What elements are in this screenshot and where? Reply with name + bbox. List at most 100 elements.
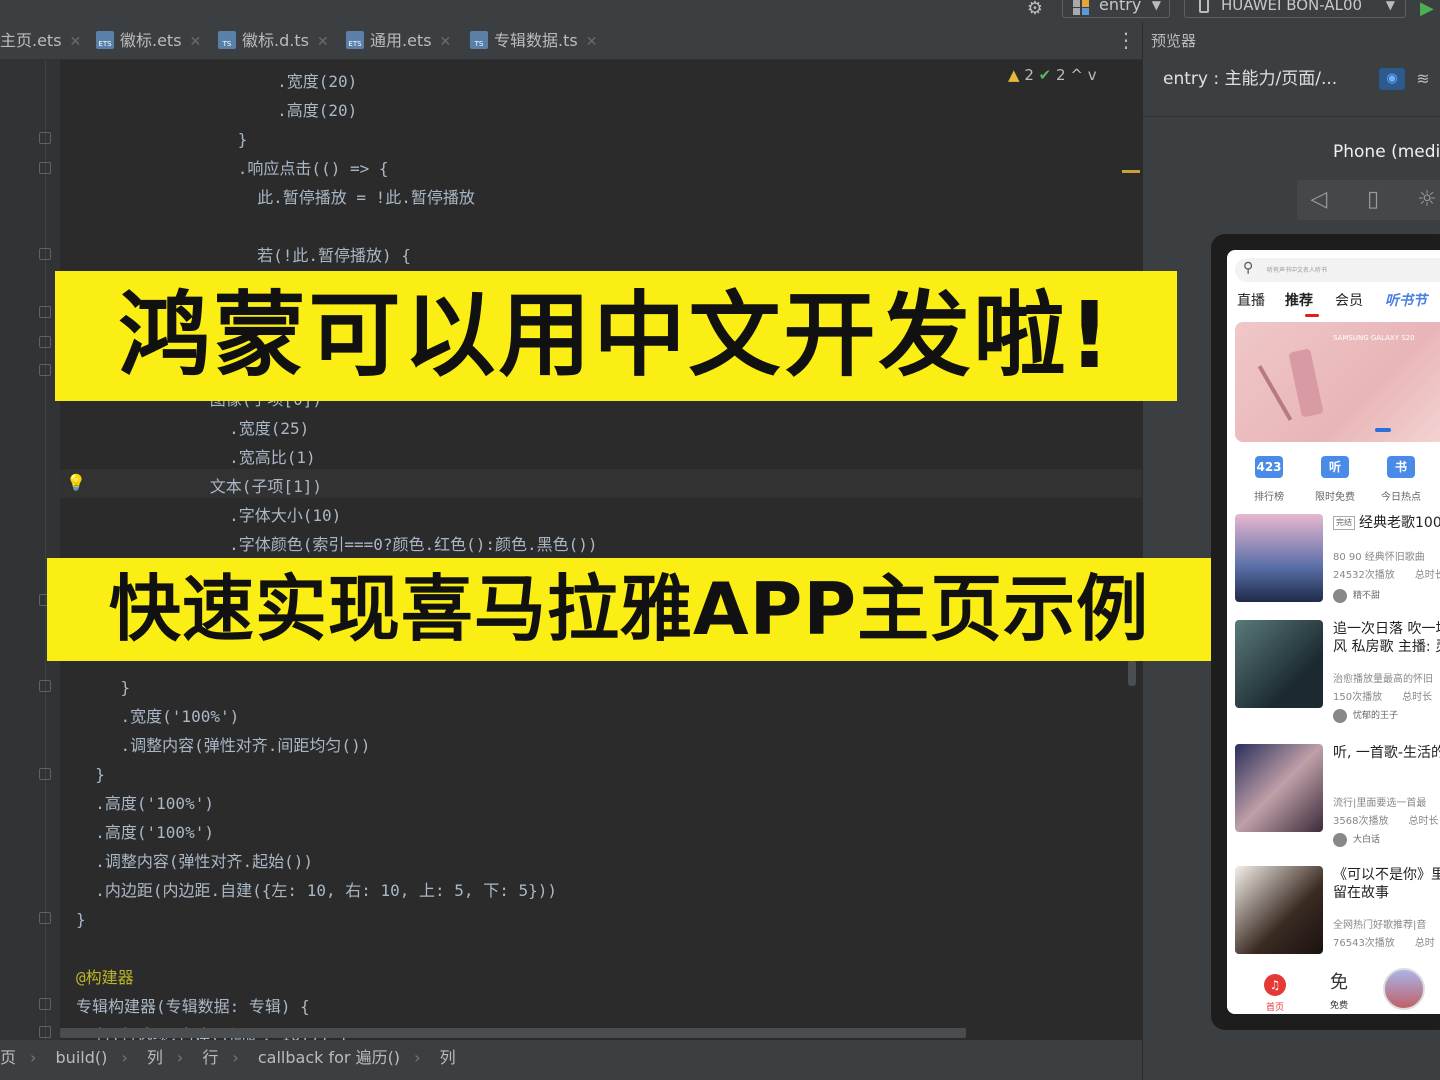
app-screen: ⚲ 听有声书中文名人听书 直播 推荐 会员 听书节 SAMSUNG GALAXY… (1227, 250, 1440, 1014)
close-icon[interactable]: ✕ (70, 34, 82, 50)
breadcrumb-item[interactable]: build() (56, 1048, 108, 1067)
module-selector[interactable]: entry ▼ (1062, 0, 1170, 18)
change-marker (1122, 170, 1140, 173)
nav-item-live[interactable]: 直播 (1237, 290, 1265, 312)
tab-badge[interactable]: ETS 徽标.ets ✕ (96, 22, 201, 60)
total-duration: 总时 (1414, 938, 1435, 949)
quick-entry-ranking[interactable]: 423 排行榜 (1239, 450, 1299, 510)
fold-marker[interactable] (39, 364, 51, 376)
fold-marker[interactable] (39, 306, 51, 318)
device-selector[interactable]: HUAWEI BON-AL00 ▼ (1184, 0, 1406, 18)
fold-marker[interactable] (39, 1026, 51, 1038)
list-item[interactable]: 听, 一首歌-生活的过程 流行|里面要选一首最 3568次播放 总时长 大白话 (1235, 744, 1440, 862)
chevron-down-icon[interactable]: v (1088, 66, 1097, 84)
tab-free[interactable]: 免免费 (1315, 972, 1363, 1011)
finished-badge: 完结 (1333, 516, 1355, 530)
lightbulb-icon[interactable]: 💡 (66, 473, 86, 492)
list-item[interactable]: 追一次日落 吹一场晚风 私房歌 主播: 灵感 治愈播放量最高的怀旧 150次播放… (1235, 620, 1440, 738)
tab-label: 徽标.ets (120, 31, 182, 50)
breadcrumb-item[interactable]: callback for 遍历() (258, 1048, 400, 1067)
chevron-up-icon[interactable]: ^ (1070, 66, 1083, 84)
nav-item-promo[interactable]: 听书节 (1385, 290, 1427, 312)
fold-marker[interactable] (39, 248, 51, 260)
phone-frame: ⚲ 听有声书中文名人听书 直播 推荐 会员 听书节 SAMSUNG GALAXY… (1211, 234, 1440, 1030)
close-icon[interactable]: ✕ (190, 34, 202, 50)
rotate-icon[interactable]: ▯ (1353, 184, 1393, 216)
quick-entry-label: 今日热点 (1381, 492, 1421, 503)
fold-marker[interactable] (39, 132, 51, 144)
album-title: 《可以不是你》里的人留在故事 (1333, 867, 1440, 901)
back-icon[interactable]: ◁ (1299, 184, 1339, 216)
inspector-icon[interactable]: ◉ (1379, 68, 1405, 90)
indent-guide (45, 60, 46, 1040)
editor-tabs: 主页.ets ✕ ETS 徽标.ets ✕ TS 徽标.d.ts ✕ ETS 通用.ets ✕… (0, 22, 1142, 60)
code-editor[interactable]: 💡 ▲ 2 ✔ 2 ^ v .宽度(20) .高度(20) } .响应点击(()… (0, 60, 1142, 1045)
code-line: } (82, 678, 131, 697)
free-icon: 免 (1330, 972, 1348, 993)
album-desc: 治愈播放量最高的怀旧 (1333, 674, 1433, 685)
device-label: HUAWEI BON-AL00 (1221, 0, 1363, 14)
quick-entry-free[interactable]: 听限时免费 (1305, 450, 1365, 510)
author-name: 精不甜 (1353, 591, 1381, 601)
chevron-down-icon: ▼ (1385, 0, 1395, 12)
fold-marker[interactable] (39, 912, 51, 924)
tab-badge-dts[interactable]: TS 徽标.d.ts ✕ (218, 22, 329, 60)
fold-marker[interactable] (39, 768, 51, 780)
close-icon[interactable]: ✕ (440, 34, 452, 50)
total-duration: 总时长 (1402, 692, 1433, 703)
fold-marker[interactable] (39, 162, 51, 174)
layers-icon[interactable]: ≋ (1411, 68, 1435, 90)
play-button[interactable] (1383, 968, 1425, 1010)
chevron-right-icon: › (232, 1048, 239, 1067)
preview-controls: ◁ ▯ ☼ (1297, 180, 1440, 220)
close-icon[interactable]: ✕ (317, 34, 329, 50)
nav-item-recommend[interactable]: 推荐 (1285, 290, 1313, 312)
quick-entry-label: 限时免费 (1315, 492, 1355, 503)
chevron-right-icon: › (176, 1048, 184, 1067)
search-input[interactable]: ⚲ 听有声书中文名人听书 (1235, 258, 1440, 282)
tab-album-data[interactable]: TS 专辑数据.ts ✕ (470, 22, 597, 60)
file-icon: ETS (346, 30, 364, 49)
avatar (1333, 588, 1347, 603)
vertical-scrollbar[interactable] (1128, 660, 1136, 686)
line-gutter (0, 60, 60, 1040)
horizontal-scrollbar[interactable] (60, 1028, 966, 1038)
code-line: 专辑构建器(专辑数据: 专辑) { (76, 997, 310, 1016)
nav-item-vip[interactable]: 会员 (1335, 290, 1363, 312)
tab-main[interactable]: 主页.ets ✕ (0, 22, 81, 60)
tab-home[interactable]: ♫ 首页 (1251, 974, 1299, 1013)
fold-marker[interactable] (39, 336, 51, 348)
code-line: @构建器 (76, 968, 134, 987)
quick-entry-hot[interactable]: 书今日热点 (1371, 450, 1431, 510)
run-icon[interactable]: ▶ (1420, 0, 1434, 19)
breadcrumb-item[interactable]: 列 (147, 1048, 163, 1067)
promo-banner[interactable]: SAMSUNG GALAXY S20 (1235, 322, 1440, 442)
warning-icon: ▲ (1008, 66, 1020, 84)
banner-title: 鸿蒙可以用中文开发啦! (118, 282, 1114, 389)
fold-marker[interactable] (39, 998, 51, 1010)
banner-subtitle: 快速实现喜马拉雅APP主页示例 (108, 567, 1150, 651)
code-line: .宽度(25) (152, 419, 310, 438)
code-line: .内边距(内边距.自建({左: 10, 右: 10, 上: 5, 下: 5})) (76, 881, 557, 900)
breadcrumb-item[interactable]: 行 (202, 1048, 218, 1067)
fold-marker[interactable] (39, 680, 51, 692)
code-line: 此.暂停播放 = !此.暂停播放 (180, 188, 475, 207)
album-stats: 150次播放 总时长 (1333, 688, 1432, 703)
list-item[interactable]: 《可以不是你》里的人留在故事 全网热门好歌推荐|音 76543次播放 总时 (1235, 866, 1440, 984)
list-item[interactable]: 完结经典老歌1000首 80 90 经典怀旧歌曲 24532次播放 总时长 精不甜 (1235, 514, 1440, 632)
theme-icon[interactable]: ☼ (1407, 184, 1440, 216)
breadcrumb-item[interactable]: 页 (0, 1048, 16, 1067)
bottom-tabbar: ♫ 首页 免免费 (1227, 968, 1440, 1014)
inspection-widget[interactable]: ▲ 2 ✔ 2 ^ v (1008, 66, 1097, 84)
gear-icon[interactable]: ⚙ (1024, 0, 1046, 20)
book-icon: 书 (1387, 456, 1415, 478)
breadcrumb-item[interactable]: 列 (440, 1048, 456, 1067)
preview-entry-path: entry : 主能力/页面/... (1163, 69, 1338, 89)
play-count: 24532次播放 (1333, 570, 1395, 581)
close-icon[interactable]: ✕ (586, 34, 598, 50)
album-title: 追一次日落 吹一场晚风 私房歌 主播: 灵感 (1333, 621, 1440, 655)
tab-label: 通用.ets (370, 31, 432, 50)
tab-common[interactable]: ETS 通用.ets ✕ (346, 22, 451, 60)
more-icon[interactable]: ⋮ (1116, 22, 1136, 60)
listen-icon: 听 (1321, 456, 1349, 478)
